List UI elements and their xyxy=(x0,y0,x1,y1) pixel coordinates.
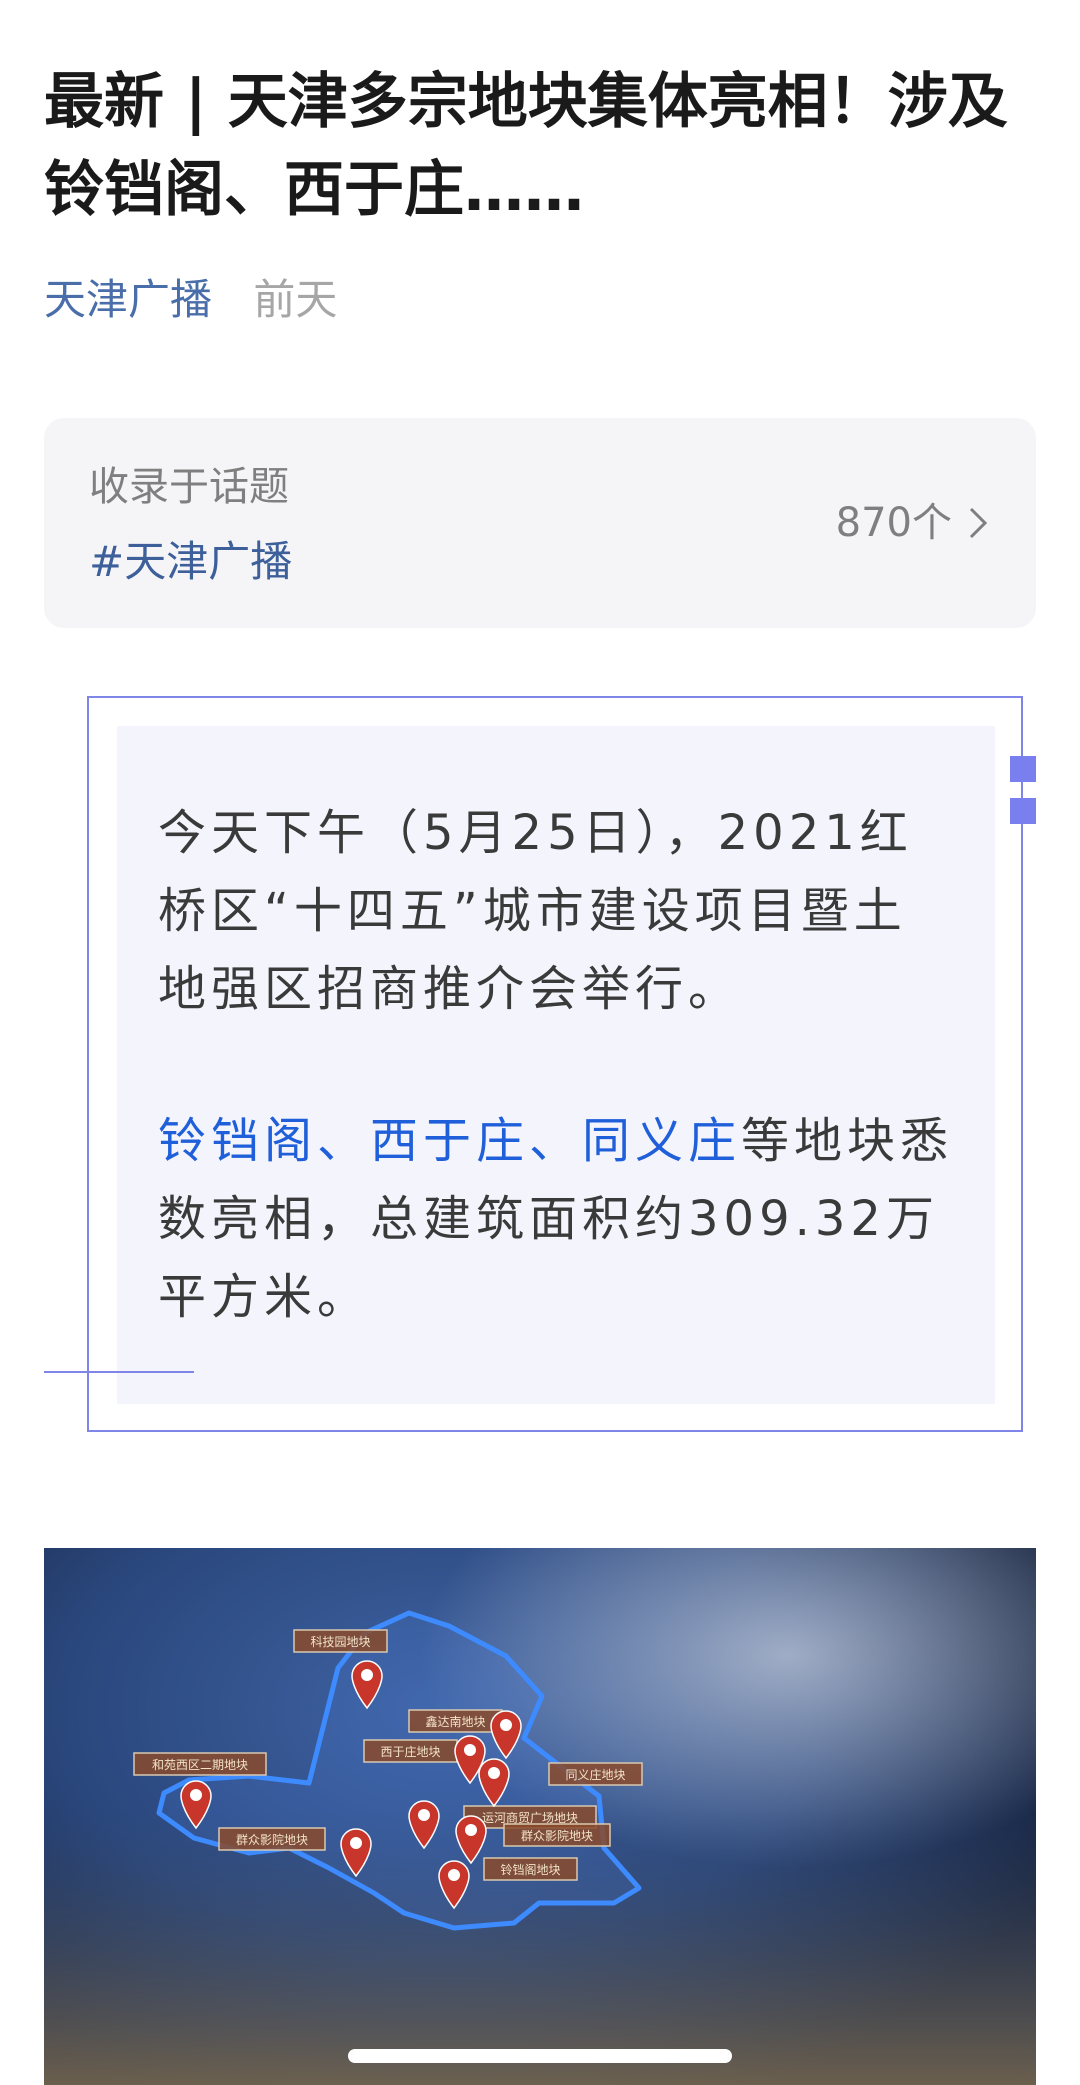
map-label: 科技园地块 xyxy=(293,1629,388,1653)
body-paragraph-2: 铃铛阁、西于庄、同义庄等地块悉数亮相，总建筑面积约309.32万平方米。 xyxy=(158,1102,958,1336)
topic-label: 收录于话题 xyxy=(89,464,289,510)
map-label: 和苑西区二期地块 xyxy=(133,1752,267,1776)
home-indicator xyxy=(348,2049,732,2063)
svg-text:和苑西区二期地块: 和苑西区二期地块 xyxy=(152,1758,248,1772)
svg-text:西于庄地块: 西于庄地块 xyxy=(380,1744,440,1759)
map-label: 铃铛阁地块 xyxy=(483,1857,578,1881)
topic-card[interactable]: 收录于话题 #天津广播 870个 xyxy=(44,418,1036,628)
body-paragraph-1: 今天下午（5月25日），2021红桥区“十四五”城市建设项目暨土地强区招商推介会… xyxy=(158,805,913,1017)
map-label: 同义庄地块 xyxy=(548,1762,643,1786)
decor-square xyxy=(1010,798,1036,824)
svg-text:运河商贸广场地块: 运河商贸广场地块 xyxy=(482,1810,578,1825)
decor-square xyxy=(1010,756,1036,782)
svg-text:同义庄地块: 同义庄地块 xyxy=(565,1767,625,1782)
map-label: 西于庄地块 xyxy=(363,1739,458,1763)
decor-line xyxy=(44,1371,194,1373)
topic-tag[interactable]: #天津广播 xyxy=(89,534,292,590)
svg-text:铃铛阁地块: 铃铛阁地块 xyxy=(500,1862,560,1877)
map-label: 鑫达南地块 xyxy=(408,1709,503,1733)
svg-text:群众影院地块: 群众影院地块 xyxy=(236,1833,308,1847)
map-label: 群众影院地块 xyxy=(503,1823,611,1847)
topic-count-value: 870个 xyxy=(835,500,952,546)
publish-time: 前天 xyxy=(253,275,338,324)
highlight-places: 铃铛阁、西于庄、同义庄 xyxy=(158,1113,742,1169)
map-label: 群众影院地块 xyxy=(218,1827,326,1851)
svg-text:鑫达南地块: 鑫达南地块 xyxy=(425,1714,485,1729)
svg-text:科技园地块: 科技园地块 xyxy=(310,1635,370,1649)
svg-text:群众影院地块: 群众影院地块 xyxy=(521,1829,593,1843)
map-svg: 科技园地块鑫达南地块西于庄地块同义庄地块 和苑西区二期地块群众影院地块 运河商贸广场… xyxy=(44,1610,1036,2085)
author-link[interactable]: 天津广播 xyxy=(44,275,212,324)
article-meta: 天津广播 前天 xyxy=(44,272,337,328)
article-title: 最新 | 天津多宗地块集体亮相！涉及铃铛阁、西于庄…… xyxy=(44,67,1008,225)
topic-count[interactable]: 870个 xyxy=(836,496,988,550)
chevron-right-icon xyxy=(968,496,988,550)
district-map-image[interactable]: 科技园地块鑫达南地块西于庄地块同义庄地块 和苑西区二期地块群众影院地块 运河商贸广场… xyxy=(44,1548,1036,2085)
